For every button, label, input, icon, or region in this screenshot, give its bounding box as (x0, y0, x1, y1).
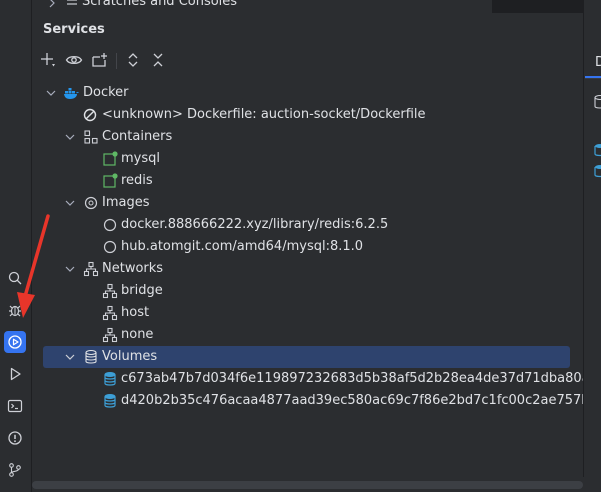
tree-node-networks[interactable]: Networks (32, 258, 583, 280)
network-icon (102, 305, 118, 321)
tree-node-images[interactable]: Images (32, 192, 583, 214)
image-icon (103, 240, 117, 254)
collapse-all-icon[interactable] (148, 50, 168, 70)
scratches-label[interactable]: Scratches and Consoles (82, 0, 237, 9)
services-toolbar (32, 50, 583, 72)
scratches-icon (67, 0, 77, 5)
tree-node-network-none[interactable]: none (32, 324, 583, 346)
tree-node-volumes[interactable]: Volumes (43, 346, 570, 368)
details-divider (585, 78, 601, 79)
toolbar-separator (116, 53, 117, 69)
database-icon (85, 349, 97, 364)
services-icon[interactable] (4, 331, 26, 353)
chevron-down-icon[interactable] (45, 87, 57, 99)
running-container-icon (103, 173, 118, 188)
tree-label: Containers (102, 129, 173, 144)
new-group-icon[interactable] (90, 50, 110, 70)
chevron-right-icon[interactable] (47, 0, 57, 8)
tree-node-network-bridge[interactable]: bridge (32, 280, 583, 302)
debug-bug-icon[interactable] (4, 299, 26, 321)
tree-node-container-mysql[interactable]: mysql (32, 148, 583, 170)
tree-label: Images (102, 195, 150, 210)
tree-label: Docker (83, 85, 129, 100)
network-icon (102, 283, 118, 299)
run-icon[interactable] (4, 363, 26, 385)
tree-label: bridge (121, 283, 163, 298)
project-tree-partial: Scratches and Consoles (32, 0, 583, 14)
tree-node-image-mysql[interactable]: hub.atomgit.com/amd64/mysql:8.1.0 (32, 236, 583, 258)
not-deployed-icon (83, 108, 97, 122)
network-icon (102, 327, 118, 343)
docker-icon (64, 88, 79, 99)
tree-label: redis (121, 173, 153, 188)
tree-label: Volumes (102, 349, 158, 364)
details-panel-partial: D (583, 0, 601, 492)
chevron-down-icon[interactable] (64, 131, 76, 143)
networks-icon (83, 261, 99, 277)
tree-label: mysql (121, 151, 160, 166)
search-icon[interactable] (4, 267, 26, 289)
tree-node-network-host[interactable]: host (32, 302, 583, 324)
terminal-icon[interactable] (4, 395, 26, 417)
tree-label: none (121, 327, 154, 342)
panel-title: Services (43, 22, 105, 37)
tree-node-containers[interactable]: Containers (32, 126, 583, 148)
add-service-icon[interactable] (38, 50, 58, 70)
expand-all-icon[interactable] (123, 50, 143, 70)
volume-icon (104, 372, 116, 386)
tree-label: docker.888666222.xyz/library/redis:6.2.5 (121, 217, 389, 232)
tree-node-unknown-dockerfile[interactable]: <unknown> Dockerfile: auction-socket/Doc… (32, 104, 583, 126)
tree-node-image-redis[interactable]: docker.888666222.xyz/library/redis:6.2.5 (32, 214, 583, 236)
volume-icon (594, 165, 601, 178)
running-container-icon (103, 151, 118, 166)
tree-node-docker[interactable]: Docker (32, 82, 583, 104)
tree-label: <unknown> Dockerfile: auction-socket/Doc… (102, 107, 426, 122)
tree-label: hub.atomgit.com/amd64/mysql:8.1.0 (121, 239, 364, 254)
chevron-down-icon[interactable] (64, 263, 76, 275)
tree-node-volume-c673[interactable]: c673ab47b7d034f6e119897232683d5b38af5d2b… (32, 368, 583, 390)
horizontal-scroll-area (32, 477, 601, 492)
database-icon (594, 94, 601, 109)
image-icon (103, 218, 117, 232)
tree-label: d420b2b35c476acaa4877aad39ec580ac69c7f86… (121, 393, 583, 408)
chevron-down-icon[interactable] (64, 197, 76, 209)
volume-icon (594, 144, 601, 157)
chevron-down-icon[interactable] (64, 351, 76, 363)
images-icon (84, 196, 98, 210)
details-tab[interactable]: D (595, 55, 601, 70)
problems-icon[interactable] (4, 427, 26, 449)
tree-label: host (121, 305, 150, 320)
containers-icon (84, 130, 98, 144)
tree-node-container-redis[interactable]: redis (32, 170, 583, 192)
volume-icon (104, 394, 116, 408)
tree-node-volume-d420[interactable]: d420b2b35c476acaa4877aad39ec580ac69c7f86… (32, 390, 583, 412)
tree-label: Networks (102, 261, 164, 276)
horizontal-scrollbar[interactable] (32, 481, 583, 489)
eye-icon[interactable] (64, 50, 84, 70)
git-branch-icon[interactable] (4, 459, 26, 481)
tree-label: c673ab47b7d034f6e119897232683d5b38af5d2b… (121, 371, 583, 386)
tool-window-strip (0, 0, 32, 492)
search-field-partial[interactable] (492, 0, 583, 13)
